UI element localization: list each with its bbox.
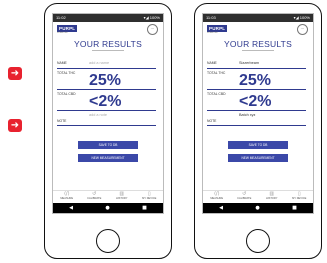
- bottom-nav: ⟨/⟩ MEASURE ↺ CALIBRATE ▥ HISTORY ▯ MY D…: [203, 190, 313, 203]
- phone-frame-2: 11:03 ▾◢ 100% PURPL SCIENTIFIC ··· YOUR …: [194, 3, 322, 259]
- recents-icon[interactable]: ■: [292, 205, 297, 211]
- note-field[interactable]: Batch xyz: [239, 113, 255, 117]
- cbd-value: <2%: [239, 93, 272, 110]
- note-row[interactable]: NOTE Batch xyz: [207, 112, 306, 126]
- system-nav-bar: ◀ ● ■: [203, 203, 313, 213]
- menu-icon[interactable]: ···: [147, 24, 158, 35]
- thc-row: TOTAL THC 25%: [207, 70, 306, 90]
- system-nav-bar: ◀ ● ■: [53, 203, 163, 213]
- new-measurement-button[interactable]: NEW MEASUREMENT: [78, 154, 138, 162]
- app-bar: PURPL SCIENTIFIC ···: [53, 22, 163, 35]
- name-field[interactable]: Sizzerbeam: [239, 61, 259, 65]
- nav-calibrate-label: CALIBRATE: [87, 197, 102, 200]
- note-row[interactable]: NOTE add a note: [57, 112, 156, 126]
- recents-icon[interactable]: ■: [142, 205, 147, 211]
- nav-calibrate-label: CALIBRATE: [237, 197, 252, 200]
- note-label: NOTE: [57, 119, 67, 123]
- nav-measure-label: MEASURE: [60, 197, 74, 200]
- page-title: YOUR RESULTS: [224, 39, 292, 49]
- name-label: NAME: [207, 61, 217, 65]
- name-row[interactable]: NAME Sizzerbeam: [207, 60, 306, 69]
- name-field[interactable]: add a name: [89, 61, 109, 65]
- thc-value: 25%: [89, 72, 122, 89]
- phone-frame-1: 11:02 ▾◢ 100% PURPL SCIENTIFIC ··· YOUR …: [44, 3, 172, 259]
- thc-value: 25%: [239, 72, 272, 89]
- nav-history-label: HISTORY: [116, 197, 128, 200]
- arrow-right-icon-cbd: ➜: [8, 119, 22, 132]
- status-icons: ▾◢ 100%: [143, 15, 160, 20]
- thc-row: TOTAL THC 25%: [57, 70, 156, 90]
- name-label: NAME: [57, 61, 67, 65]
- nav-calibrate[interactable]: ↺ CALIBRATE: [233, 191, 255, 203]
- status-bar: 11:03 ▾◢ 100%: [203, 14, 313, 22]
- nav-measure-label: MEASURE: [210, 197, 224, 200]
- brand-tagline: SCIENTIFIC: [57, 32, 69, 34]
- title-underline: [242, 50, 274, 51]
- cbd-row: TOTAL CBD <2%: [207, 91, 306, 111]
- new-measurement-button[interactable]: NEW MEASUREMENT: [228, 154, 288, 162]
- back-icon[interactable]: ◀: [69, 205, 73, 211]
- status-time: 11:02: [56, 15, 66, 20]
- home-icon[interactable]: ●: [255, 205, 259, 211]
- bottom-nav: ⟨/⟩ MEASURE ↺ CALIBRATE ▥ HISTORY ▯ MY D…: [53, 190, 163, 203]
- nav-history[interactable]: ▥ HISTORY: [261, 191, 283, 203]
- app-bar: PURPL SCIENTIFIC ···: [203, 22, 313, 35]
- note-field[interactable]: add a note: [89, 113, 107, 117]
- thc-label: TOTAL THC: [207, 71, 226, 75]
- nav-history-label: HISTORY: [266, 197, 278, 200]
- cbd-value: <2%: [89, 93, 122, 110]
- status-bar: 11:02 ▾◢ 100%: [53, 14, 163, 22]
- name-row[interactable]: NAME add a name: [57, 60, 156, 69]
- cbd-label: TOTAL CBD: [57, 92, 76, 96]
- title-underline: [92, 50, 124, 51]
- brand-logo: PURPL: [207, 25, 228, 32]
- nav-measure[interactable]: ⟨/⟩ MEASURE: [56, 191, 78, 203]
- cbd-label: TOTAL CBD: [207, 92, 226, 96]
- save-to-db-button[interactable]: SAVE TO DB: [228, 141, 288, 149]
- thc-label: TOTAL THC: [57, 71, 76, 75]
- nav-calibrate[interactable]: ↺ CALIBRATE: [83, 191, 105, 203]
- nav-my-device[interactable]: ▯ MY DEVICE: [288, 191, 310, 203]
- status-time: 11:03: [206, 15, 216, 20]
- brand-logo: PURPL: [57, 25, 78, 32]
- app-screen: 11:03 ▾◢ 100% PURPL SCIENTIFIC ··· YOUR …: [202, 13, 314, 214]
- save-to-db-button[interactable]: SAVE TO DB: [78, 141, 138, 149]
- nav-my-device[interactable]: ▯ MY DEVICE: [138, 191, 160, 203]
- back-icon[interactable]: ◀: [219, 205, 223, 211]
- nav-my-device-label: MY DEVICE: [142, 197, 157, 200]
- nav-measure[interactable]: ⟨/⟩ MEASURE: [206, 191, 228, 203]
- cbd-row: TOTAL CBD <2%: [57, 91, 156, 111]
- arrow-right-icon-name: ➜: [8, 67, 22, 80]
- brand-tagline: SCIENTIFIC: [207, 32, 219, 34]
- nav-my-device-label: MY DEVICE: [292, 197, 307, 200]
- home-button[interactable]: [246, 229, 270, 253]
- home-button[interactable]: [96, 229, 120, 253]
- nav-history[interactable]: ▥ HISTORY: [111, 191, 133, 203]
- app-screen: 11:02 ▾◢ 100% PURPL SCIENTIFIC ··· YOUR …: [52, 13, 164, 214]
- home-icon[interactable]: ●: [105, 205, 109, 211]
- status-icons: ▾◢ 100%: [293, 15, 310, 20]
- note-label: NOTE: [207, 119, 217, 123]
- menu-icon[interactable]: ···: [297, 24, 308, 35]
- page-title: YOUR RESULTS: [74, 39, 142, 49]
